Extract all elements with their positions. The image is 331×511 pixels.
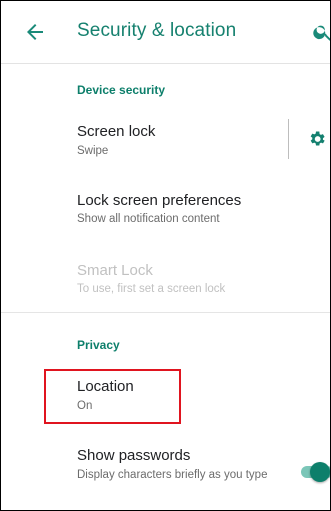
smart-lock-title: Smart Lock	[77, 262, 153, 279]
show-passwords-row[interactable]: Show passwords Display characters briefl…	[1, 441, 330, 509]
divider	[288, 119, 289, 159]
page-title: Security & location	[77, 20, 237, 41]
highlight-box	[44, 369, 181, 424]
show-passwords-toggle[interactable]	[297, 462, 330, 482]
show-passwords-title: Show passwords	[77, 447, 191, 464]
screen-lock-subtitle: Swipe	[77, 145, 109, 157]
show-passwords-subtitle: Display characters briefly as you type	[77, 469, 268, 481]
app-bar: Security & location	[1, 1, 330, 64]
toggle-thumb	[310, 462, 330, 482]
section-header-privacy: Privacy	[77, 338, 120, 352]
smart-lock-row: Smart Lock To use, first set a screen lo…	[1, 251, 330, 306]
screen: Security & location Device security Scre…	[0, 0, 331, 511]
lock-screen-preferences-subtitle: Show all notification content	[77, 213, 220, 225]
lock-screen-preferences-title: Lock screen preferences	[77, 192, 242, 209]
gear-icon[interactable]	[307, 129, 327, 149]
section-divider	[1, 312, 330, 313]
arrow-left-icon[interactable]	[23, 20, 47, 44]
search-icon[interactable]	[312, 21, 330, 43]
screen-lock-row[interactable]: Screen lock Swipe	[1, 111, 330, 169]
lock-screen-preferences-row[interactable]: Lock screen preferences Show all notific…	[1, 181, 330, 236]
smart-lock-subtitle: To use, first set a screen lock	[77, 283, 226, 295]
screen-lock-title: Screen lock	[77, 123, 156, 140]
section-header-device-security: Device security	[77, 83, 166, 97]
